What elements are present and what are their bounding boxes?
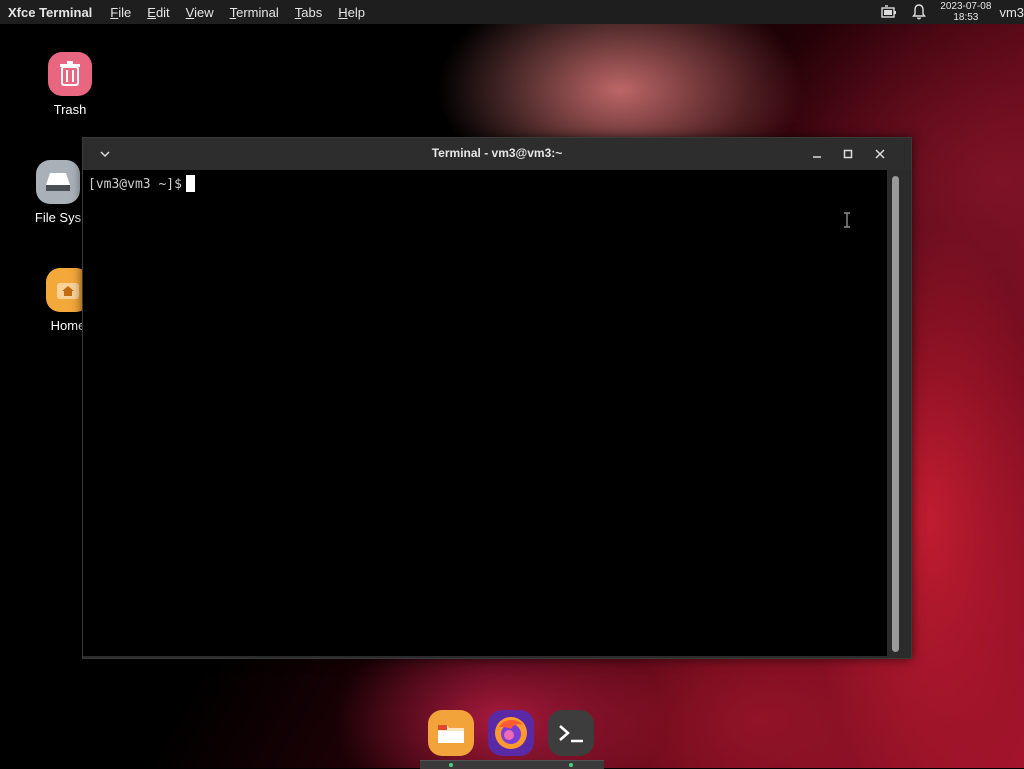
- panel-clock[interactable]: 2023-07-08 18:53: [940, 1, 991, 23]
- battery-icon[interactable]: [880, 3, 898, 21]
- terminal-output[interactable]: [vm3@vm3 ~]$: [83, 170, 887, 656]
- scrollbar-thumb[interactable]: [892, 176, 899, 652]
- panel-tray: 2023-07-08 18:53 vm3: [874, 0, 1024, 24]
- menu-view[interactable]: View: [178, 5, 222, 20]
- dock-firefox-button[interactable]: [488, 710, 534, 756]
- drive-icon: [36, 160, 80, 204]
- running-indicator: [569, 763, 573, 767]
- desktop-icon-label: Trash: [53, 102, 87, 117]
- window-titlebar[interactable]: Terminal - vm3@vm3:~: [83, 138, 911, 170]
- menu-file[interactable]: File: [102, 5, 139, 20]
- menu-edit[interactable]: Edit: [139, 5, 177, 20]
- dock: [420, 706, 604, 769]
- firefox-icon: [495, 717, 527, 749]
- minimize-icon[interactable]: [809, 146, 825, 162]
- notification-bell-icon[interactable]: [910, 3, 928, 21]
- user-menu[interactable]: vm3: [999, 5, 1024, 20]
- text-cursor: [185, 175, 195, 192]
- clock-time: 18:53: [953, 12, 979, 23]
- menu-terminal[interactable]: Terminal: [222, 5, 287, 20]
- trash-icon: [48, 52, 92, 96]
- dock-terminal-button[interactable]: [548, 710, 594, 756]
- top-panel: Xfce Terminal File Edit View Terminal Ta…: [0, 0, 1024, 24]
- maximize-icon[interactable]: [840, 146, 856, 162]
- shell-prompt: [vm3@vm3 ~]$: [88, 175, 195, 192]
- menu-help[interactable]: Help: [330, 5, 373, 20]
- clock-date: 2023-07-08: [940, 1, 992, 12]
- terminal-window: Terminal - vm3@vm3:~ [vm3@vm3 ~]$: [82, 137, 912, 659]
- desktop-icon-trash[interactable]: Trash: [25, 52, 115, 117]
- terminal-scrollbar[interactable]: [887, 170, 909, 656]
- dock-files-button[interactable]: [428, 710, 474, 756]
- menu-tabs[interactable]: Tabs: [287, 5, 330, 20]
- close-icon[interactable]: [872, 146, 888, 162]
- ibeam-cursor-icon: [844, 212, 850, 228]
- window-title: Terminal - vm3@vm3:~: [431, 146, 563, 160]
- prompt-text: [vm3@vm3 ~]$: [88, 177, 182, 192]
- running-indicator: [449, 763, 453, 767]
- folder-icon: [438, 725, 464, 743]
- active-app-name: Xfce Terminal: [8, 4, 93, 20]
- terminal-icon: [559, 725, 583, 743]
